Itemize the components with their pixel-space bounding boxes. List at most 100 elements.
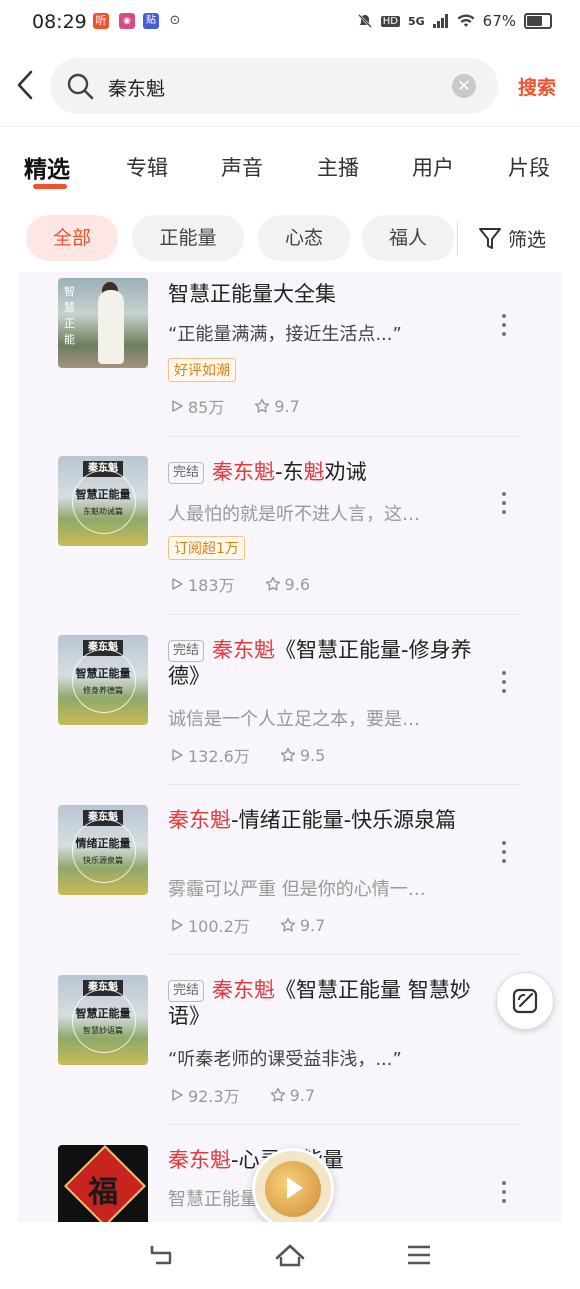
play-count: 92.3万 xyxy=(188,1087,240,1106)
search-input[interactable]: 秦东魁 xyxy=(108,74,165,101)
mini-player[interactable] xyxy=(252,1148,334,1230)
tab-hosts[interactable]: 主播 xyxy=(317,152,359,182)
play-count: 183万 xyxy=(188,576,235,595)
result-desc: “听秦老师的课受益非浅，...” xyxy=(168,1049,402,1070)
cover-ring xyxy=(72,649,136,713)
result-meta: 85万 9.7 xyxy=(170,394,300,418)
row-separator xyxy=(168,614,522,615)
result-card[interactable]: 秦东魁 情绪正能量 快乐源泉篇 秦东魁-情绪正能量-快乐源泉篇 雾霾可以严重 但… xyxy=(18,799,562,969)
search-header: 秦东魁 ✕ 搜索 xyxy=(0,56,580,116)
result-meta: 132.6万 9.5 xyxy=(170,743,325,767)
status-time: 08:29 xyxy=(32,11,87,33)
row-separator xyxy=(168,436,522,437)
play-icon xyxy=(172,1089,183,1101)
search-button[interactable]: 搜索 xyxy=(518,73,556,100)
star-icon xyxy=(255,398,270,413)
more-options-icon[interactable] xyxy=(500,492,508,522)
chip-fortune[interactable]: 福人 xyxy=(362,215,454,261)
album-cover: 秦东魁 智慧正能量 修身养德篇 xyxy=(58,635,148,725)
wifi-icon xyxy=(457,14,475,27)
result-meta: 100.2万 9.7 xyxy=(170,913,325,937)
cover-subtitle: 修身养德篇 xyxy=(83,686,123,695)
play-button-icon[interactable] xyxy=(287,1177,303,1199)
result-title: 完结 秦东魁《智慧正能量-修身养德》 xyxy=(168,638,472,688)
hd-icon: HD xyxy=(380,15,400,27)
filter-button[interactable]: 筛选 xyxy=(478,225,546,252)
cover-person xyxy=(98,290,124,364)
menu-nav-icon[interactable] xyxy=(406,1242,432,1268)
album-cover: 秦东魁 智慧正能量 智慧妙语篇 xyxy=(58,975,148,1065)
clear-search-icon[interactable]: ✕ xyxy=(452,74,476,98)
rating-score: 9.6 xyxy=(284,574,310,594)
play-count: 85万 xyxy=(188,398,225,417)
tieba-app-icon: 贴 xyxy=(143,13,159,29)
more-options-icon[interactable] xyxy=(500,841,508,871)
star-icon xyxy=(280,917,296,932)
active-tab-indicator xyxy=(33,184,67,189)
ting-app-icon: 听 xyxy=(93,13,109,29)
cover-title: 情绪正能量 xyxy=(75,837,131,850)
signal-icon xyxy=(432,14,448,28)
app-notification-icon: ◉ xyxy=(119,13,135,29)
result-desc: “正能量满满，接近生活点...” xyxy=(168,324,402,345)
cover-subtitle: 快乐源泉篇 xyxy=(83,856,123,865)
chip-mindset[interactable]: 心态 xyxy=(258,215,350,261)
play-icon xyxy=(172,400,183,412)
filter-label: 筛选 xyxy=(508,229,547,251)
album-cover: 智慧正能 xyxy=(58,278,148,368)
tab-clips[interactable]: 片段 xyxy=(508,152,550,182)
tab-albums[interactable]: 专辑 xyxy=(126,152,168,182)
rating-score: 9.7 xyxy=(299,915,326,935)
network-icon: 5G xyxy=(407,14,425,28)
row-separator xyxy=(168,954,522,955)
search-box[interactable]: 秦东魁 ✕ xyxy=(50,58,498,114)
chip-all[interactable]: 全部 xyxy=(26,215,118,261)
cover-title: 智慧正能 xyxy=(64,285,75,346)
album-cover: 秦东魁 情绪正能量 快乐源泉篇 xyxy=(58,805,148,895)
result-title: 智慧正能量大全集 xyxy=(168,282,336,306)
tab-sounds[interactable]: 声音 xyxy=(221,152,263,182)
result-card[interactable]: 秦东魁 智慧正能量 智慧妙语篇 完结 秦东魁《智慧正能量 智慧妙语》 “听秦老师的… xyxy=(18,969,562,1139)
floating-edit-button[interactable] xyxy=(496,972,554,1030)
cover-ring xyxy=(72,470,136,534)
star-icon xyxy=(265,576,280,591)
result-card[interactable]: 智慧正能 智慧正能量大全集 “正能量满满，接近生活点...” 好评如潮 85万 … xyxy=(18,272,562,437)
result-meta: 92.3万 9.7 xyxy=(170,1083,315,1107)
result-desc: 人最怕的就是听不进人言，这… xyxy=(168,504,420,525)
back-nav-icon[interactable] xyxy=(146,1242,176,1268)
result-desc: 雾霾可以严重 但是你的心情一… xyxy=(168,879,426,900)
cover-title: 智慧正能量 xyxy=(75,1007,131,1020)
play-count: 132.6万 xyxy=(188,747,250,766)
cover-subtitle: 智慧妙语篇 xyxy=(83,1026,123,1035)
rating-score: 9.7 xyxy=(274,396,300,416)
result-desc: 诚信是一个人立足之本，要是… xyxy=(168,709,420,730)
search-icon xyxy=(67,73,94,100)
more-options-icon[interactable] xyxy=(500,314,508,344)
tab-featured[interactable]: 精选 xyxy=(24,150,70,184)
finished-badge: 完结 xyxy=(168,640,205,662)
home-nav-icon[interactable] xyxy=(274,1242,306,1268)
cover-ring xyxy=(72,819,136,883)
header-divider xyxy=(0,126,580,127)
cover-title: 福 xyxy=(88,1175,118,1210)
album-cover: 秦东魁 智慧正能量 东魁劝诫篇 xyxy=(58,456,148,546)
tab-users[interactable]: 用户 xyxy=(412,152,454,182)
cover-title: 智慧正能量 xyxy=(75,667,131,680)
result-list: 智慧正能 智慧正能量大全集 “正能量满满，接近生活点...” 好评如潮 85万 … xyxy=(18,272,562,1222)
play-icon xyxy=(172,919,183,931)
battery-percent: 67% xyxy=(482,12,516,30)
more-options-icon[interactable] xyxy=(500,671,508,701)
result-title: 完结 秦东魁《智慧正能量 智慧妙语》 xyxy=(168,978,471,1028)
play-count: 100.2万 xyxy=(188,917,250,936)
result-title: 完结 秦东魁-东魁劝诫 xyxy=(168,459,478,485)
row-separator xyxy=(168,1124,522,1125)
chip-positive-energy[interactable]: 正能量 xyxy=(132,215,244,261)
more-options-icon[interactable] xyxy=(500,1181,508,1211)
result-card[interactable]: 秦东魁 智慧正能量 东魁劝诫篇 完结 秦东魁-东魁劝诫 人最怕的就是听不进人言，这… xyxy=(18,450,562,620)
status-bar: 08:29 听 ◉ 贴 ⊙ HD 5G 67% xyxy=(0,0,580,44)
result-tabs: 精选 专辑 声音 主播 用户 片段 xyxy=(0,146,580,196)
back-arrow-icon[interactable] xyxy=(14,68,38,102)
rating-score: 9.7 xyxy=(289,1085,316,1105)
result-card[interactable]: 秦东魁 智慧正能量 修身养德篇 完结 秦东魁《智慧正能量-修身养德》 诚信是一个人… xyxy=(18,629,562,799)
result-meta: 183万 9.6 xyxy=(170,572,310,596)
